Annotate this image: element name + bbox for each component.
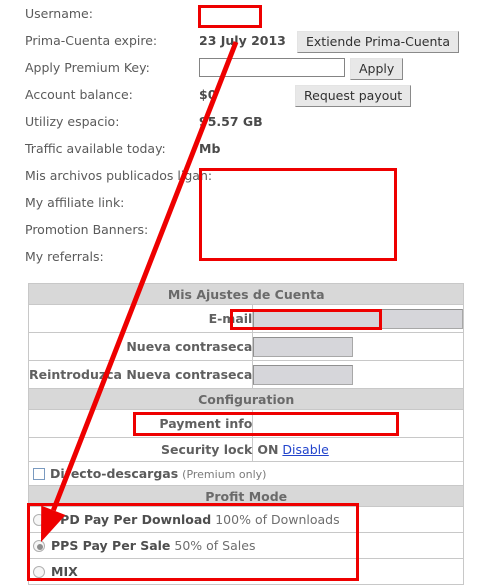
premium-expire-label: Prima-Cuenta expire: [25, 33, 158, 48]
profit-mode-ppd-cell[interactable]: PPD Pay Per Download 100% of Downloads [27, 506, 465, 533]
used-space-label: Utilizy espacio: [25, 114, 120, 129]
row-published-files: Mis archivos publicados ligan: [0, 162, 503, 189]
account-settings-header: Mis Ajustes de Cuenta [27, 283, 465, 305]
account-balance-label: Account balance: [25, 87, 133, 102]
profit-mode-header-row: Profit Mode [27, 485, 465, 507]
security-lock-disable-link[interactable]: Disable [282, 442, 328, 457]
profit-mode-mix-name: MIX [51, 564, 78, 579]
new-password-input[interactable] [253, 336, 354, 357]
profit-mode-header: Profit Mode [27, 485, 465, 507]
row-premium-expire: Prima-Cuenta expire: 23 July 2013 Extien… [0, 27, 503, 54]
profit-mode-option-mix[interactable]: MIX [27, 558, 465, 585]
profit-mode-pps-cell[interactable]: PPS Pay Per Sale 50% of Sales [27, 532, 465, 559]
direct-downloads-checkbox[interactable] [33, 468, 45, 480]
account-settings-page: Username: Prima-Cuenta expire: 23 July 2… [0, 0, 503, 585]
payment-info-row: Payment info [27, 409, 465, 438]
account-settings-table: Mis Ajustes de Cuenta E-mail Nueva contr… [27, 283, 465, 585]
new-password-row: Nueva contraseca [27, 332, 465, 361]
email-row: E-mail [27, 304, 465, 333]
row-traffic-available: Traffic available today: Mb [0, 135, 503, 162]
request-payout-button[interactable]: Request payout [295, 85, 412, 107]
new-password-label: Nueva contraseca [27, 332, 254, 361]
configuration-header-row: Configuration [27, 388, 465, 410]
premium-key-label: Apply Premium Key: [25, 60, 150, 75]
row-my-referrals: My referrals: [0, 243, 503, 270]
premium-expire-value: 23 July 2013 [199, 33, 286, 48]
email-input[interactable] [253, 308, 464, 329]
profit-mode-mix-cell[interactable]: MIX [27, 558, 465, 585]
row-used-space: Utilizy espacio: 95.57 GB [0, 108, 503, 135]
new-password-cell [252, 332, 465, 361]
direct-downloads-note: (Premium only) [182, 468, 267, 481]
radio-pps-icon[interactable] [33, 540, 45, 552]
configuration-header: Configuration [27, 388, 465, 410]
profit-mode-ppd-name: PPD Pay Per Download [51, 512, 212, 527]
row-promotion-banners: Promotion Banners: [0, 216, 503, 243]
row-affiliate-link: My affiliate link: [0, 189, 503, 216]
security-lock-label: Security lock [27, 437, 254, 462]
affiliate-link-label: My affiliate link: [25, 195, 125, 210]
apply-premium-key-button[interactable]: Apply [350, 58, 404, 80]
payment-info-label: Payment info [27, 409, 254, 438]
payment-info-input[interactable] [253, 412, 464, 435]
payment-info-cell [252, 409, 465, 438]
my-referrals-label: My referrals: [25, 249, 104, 264]
direct-downloads-label: Directo-descargas [50, 466, 179, 481]
row-username: Username: [0, 0, 503, 27]
promotion-banners-label: Promotion Banners: [25, 222, 149, 237]
radio-ppd-icon[interactable] [33, 514, 45, 526]
profit-mode-option-ppd[interactable]: PPD Pay Per Download 100% of Downloads [27, 506, 465, 533]
used-space-value: 95.57 GB [199, 114, 263, 129]
account-settings-header-row: Mis Ajustes de Cuenta [27, 283, 465, 305]
row-premium-key: Apply Premium Key: Apply [0, 54, 503, 81]
repeat-password-row: Reintroduzca Nueva contraseca [27, 360, 465, 389]
direct-downloads-cell[interactable]: Directo-descargas (Premium only) [27, 461, 465, 486]
email-label: E-mail [27, 304, 254, 333]
account-balance-value: $0 [199, 87, 217, 102]
security-lock-state: ON [257, 442, 279, 457]
security-lock-cell: ON Disable [252, 437, 465, 462]
direct-downloads-row: Directo-descargas (Premium only) [27, 461, 465, 486]
email-cell [252, 304, 465, 333]
profit-mode-ppd-desc: 100% of Downloads [215, 512, 340, 527]
profit-mode-option-pps[interactable]: PPS Pay Per Sale 50% of Sales [27, 532, 465, 559]
published-files-label: Mis archivos publicados ligan: [25, 168, 213, 183]
repeat-password-input[interactable] [253, 364, 354, 385]
row-account-balance: Account balance: $0 Request payout [0, 81, 503, 108]
security-lock-row: Security lock ON Disable [27, 437, 465, 462]
repeat-password-label: Reintroduzca Nueva contraseca [27, 360, 254, 389]
account-info-list: Username: Prima-Cuenta expire: 23 July 2… [0, 0, 503, 270]
radio-mix-icon[interactable] [33, 566, 45, 578]
premium-key-input[interactable] [199, 58, 345, 77]
profit-mode-pps-name: PPS Pay Per Sale [51, 538, 171, 553]
traffic-available-label: Traffic available today: [25, 141, 166, 156]
repeat-password-cell [252, 360, 465, 389]
extend-premium-button[interactable]: Extiende Prima-Cuenta [297, 31, 459, 53]
traffic-available-value: Mb [199, 141, 221, 156]
username-label: Username: [25, 6, 93, 21]
profit-mode-pps-desc: 50% of Sales [174, 538, 256, 553]
